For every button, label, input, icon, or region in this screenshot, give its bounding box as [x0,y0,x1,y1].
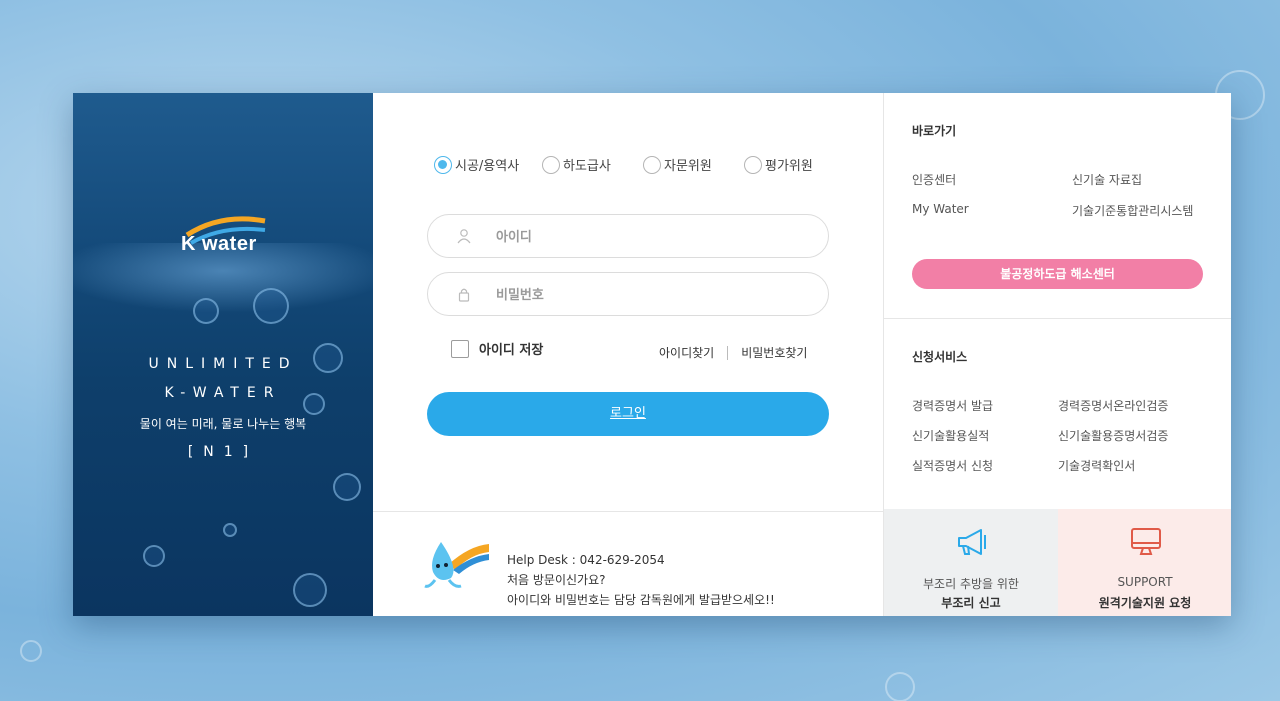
logo-text: K water [181,233,257,255]
slogan-line-4: [N1] [187,444,259,460]
slogan-line-1: UNLIMITED [148,356,298,372]
service-new-tech-cert-verify[interactable]: 신기술활용증명서검증 [1058,427,1168,444]
role-label: 평가위원 [765,159,813,174]
radio-icon[interactable] [643,155,661,174]
helpdesk-notice: 아이디와 비밀번호는 담당 감독원에게 발급받으세오!! [507,593,775,607]
role-selector: 시공/용역사 하도급사 자문위원 평가위원 [434,155,874,177]
helpdesk-phone: Help Desk : 042-629-2054 [507,553,665,567]
save-id-checkbox[interactable] [451,339,469,358]
bubble-decoration [193,298,219,324]
report-corruption-tile[interactable]: 부조리 추방을 위한 부조리 신고 [884,509,1058,616]
role-option-subcontractor[interactable]: 하도급사 [542,155,611,174]
role-label: 자문위원 [664,159,712,174]
helpdesk-text: Help Desk : 042-629-2054 처음 방문이신가요? 아이디와… [507,550,775,610]
id-field[interactable] [427,214,829,258]
save-id-option[interactable]: 아이디 저장 [451,339,543,358]
service-performance-cert[interactable]: 실적증명서 신청 [912,457,993,474]
monitor-icon [1131,528,1161,555]
bubble-decoration [333,473,361,501]
role-label: 시공/용역사 [455,159,520,174]
service-tech-career-confirm[interactable]: 기술경력확인서 [1058,457,1135,474]
helpdesk-section: Help Desk : 042-629-2054 처음 방문이신가요? 아이디와… [373,511,883,616]
shortcut-my-water[interactable]: My Water [912,202,969,216]
divider [727,345,729,360]
report-tile-caption: 부조리 추방을 위한 [923,577,1019,591]
brand-panel: K water UNLIMITED K-WATER 물이 여는 미래, 물로 나… [73,93,373,616]
login-button[interactable]: 로그인 [427,392,829,436]
password-input[interactable] [496,283,796,307]
account-finders: 아이디찾기 비밀번호찾기 [659,344,807,361]
service-career-online-verify[interactable]: 경력증명서온라인검증 [1058,397,1168,414]
services-title: 신청서비스 [912,350,968,364]
login-card: K water UNLIMITED K-WATER 물이 여는 미래, 물로 나… [73,93,1231,616]
bubble-decoration [293,573,327,607]
remote-support-tile[interactable]: SUPPORT 원격기술지원 요청 [1058,509,1231,616]
radio-icon[interactable] [434,155,452,174]
mascot-icon [424,542,489,588]
side-panel: 바로가기 인증센터 신기술 자료집 My Water 기술기준통합관리시스템 불… [883,93,1231,616]
id-input[interactable] [496,225,796,249]
bubble-decoration [143,545,165,567]
save-id-label: 아이디 저장 [479,343,544,358]
user-icon [457,229,471,244]
bubble-decoration [253,288,289,324]
helpdesk-question: 처음 방문이신가요? [507,573,606,587]
radio-icon[interactable] [542,155,560,174]
service-career-cert[interactable]: 경력증명서 발급 [912,397,993,414]
unfair-subcontract-button[interactable]: 불공정하도급 해소센터 [912,259,1203,289]
report-tile-title: 부조리 신고 [941,596,1001,610]
login-form: 시공/용역사 하도급사 자문위원 평가위원 아이디 아이디 저장 아이디찾기 비… [373,93,883,511]
divider [884,318,1231,319]
support-tile-title: 원격기술지원 요청 [1098,596,1192,610]
shortcut-standards-system[interactable]: 기술기준통합관리시스템 [1072,202,1193,219]
role-option-contractor[interactable]: 시공/용역사 [434,155,519,174]
radio-icon[interactable] [744,155,762,174]
megaphone-icon [958,529,986,555]
find-password-link[interactable]: 비밀번호찾기 [741,344,807,361]
role-label: 하도급사 [563,159,611,174]
role-option-evaluator[interactable]: 평가위원 [744,155,813,174]
password-field[interactable] [427,272,829,316]
role-option-advisor[interactable]: 자문위원 [643,155,712,174]
slogan-line-2: K-WATER [164,385,282,401]
lock-icon [458,288,470,302]
shortcut-new-tech-archive[interactable]: 신기술 자료집 [1072,171,1142,188]
shortcut-cert-center[interactable]: 인증센터 [912,171,956,188]
bubble-decoration [223,523,237,537]
shortcuts-title: 바로가기 [912,124,957,138]
slogan-line-3: 물이 여는 미래, 물로 나누는 행복 [139,417,307,431]
service-new-tech-record[interactable]: 신기술활용실적 [912,427,989,444]
find-id-link[interactable]: 아이디찾기 [659,344,714,361]
background-bubble [20,640,42,662]
support-tile-caption: SUPPORT [1117,575,1173,589]
background-bubble [885,672,915,701]
